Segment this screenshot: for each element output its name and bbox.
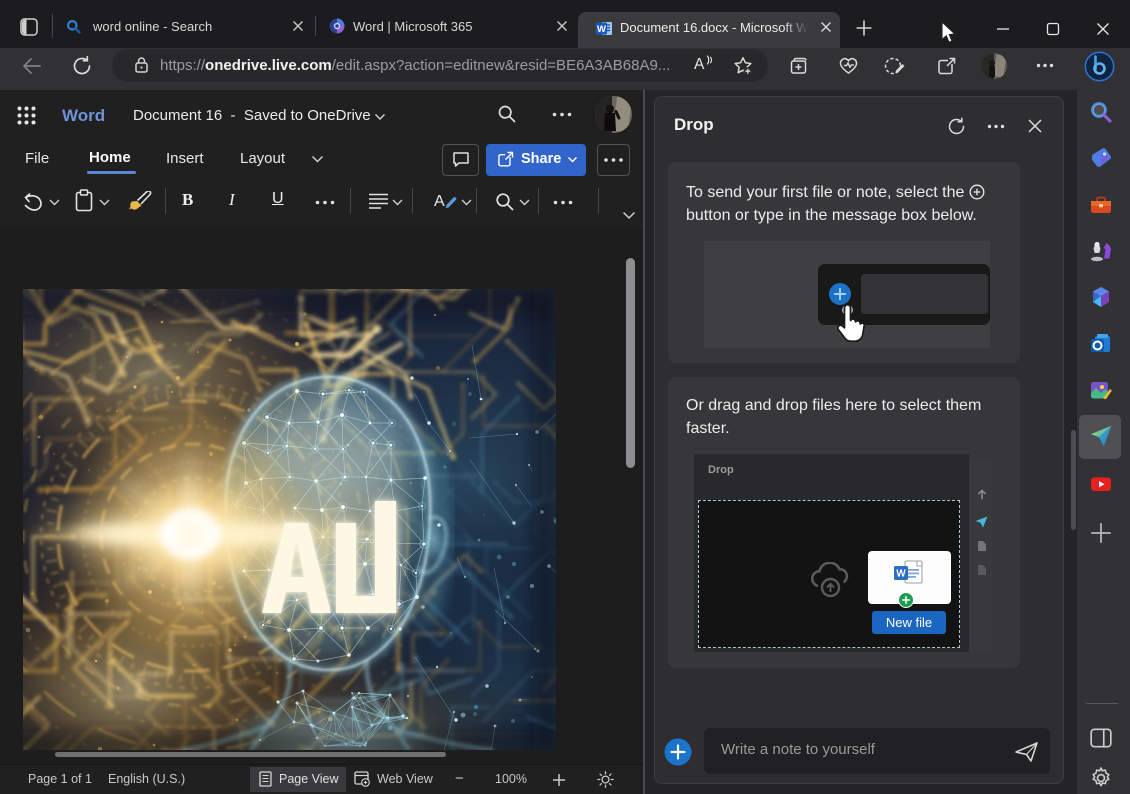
svg-text:W: W: [896, 569, 906, 580]
svg-text:A: A: [434, 193, 445, 210]
svg-text:W: W: [597, 24, 606, 35]
